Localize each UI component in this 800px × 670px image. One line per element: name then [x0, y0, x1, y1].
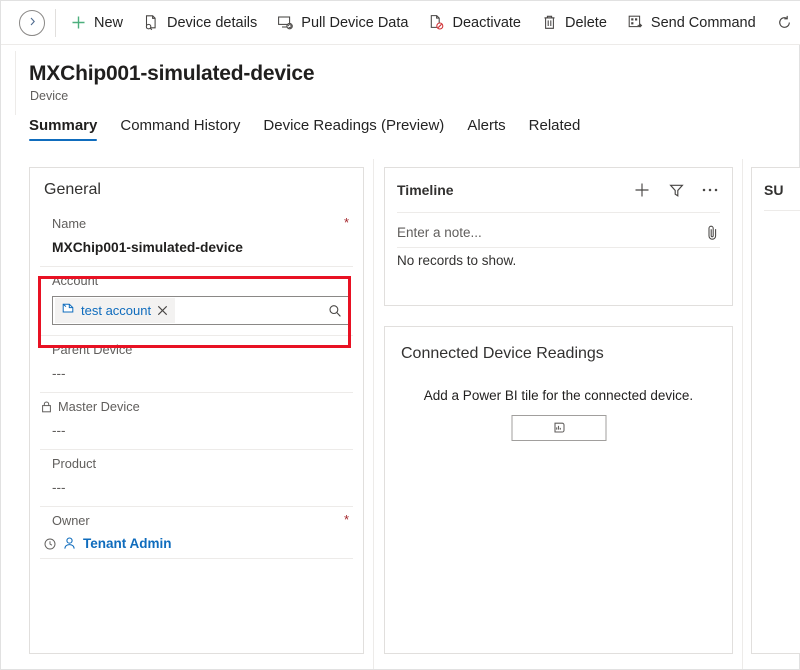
tab-related[interactable]: Related [529, 117, 581, 141]
field-master-device: Master Device --- [40, 393, 353, 450]
field-account-label: Account [52, 273, 99, 288]
field-product: Product --- [40, 450, 353, 507]
right-summary-card-title: SU [764, 182, 784, 198]
right-column: SU [751, 167, 800, 654]
tab-command-history[interactable]: Command History [120, 117, 240, 141]
tab-summary[interactable]: Summary [29, 117, 98, 141]
right-summary-card-divider [764, 210, 800, 211]
field-master-device-label-wrap: Master Device [40, 399, 353, 414]
owner-name-link[interactable]: Tenant Admin [83, 536, 172, 551]
account-lookup-input[interactable]: test account [52, 296, 351, 325]
expand-nav-button[interactable] [19, 9, 45, 36]
timeline-title: Timeline [397, 182, 454, 198]
command-refresh[interactable]: R [766, 3, 800, 43]
middle-column: Timeline Enter a note... No records to s… [384, 167, 733, 654]
timeline-actions [632, 180, 720, 200]
search-icon[interactable] [328, 304, 342, 318]
field-parent-device-label: Parent Device [52, 342, 133, 357]
command-device-details-label: Device details [167, 14, 258, 31]
general-column: General Name * MXChip001-simulated-devic… [29, 167, 364, 654]
field-product-value[interactable]: --- [40, 480, 353, 499]
person-icon [62, 536, 77, 551]
command-delete-label: Delete [564, 14, 607, 31]
account-lookup-value: test account [81, 303, 152, 318]
plus-icon[interactable] [632, 180, 652, 200]
command-new-label: New [94, 14, 124, 31]
field-account: Account test account [40, 267, 353, 335]
field-owner: Owner * Tenant Admin [40, 507, 353, 559]
command-send-command-label: Send Command [650, 14, 756, 31]
general-card-title: General [44, 181, 101, 198]
field-owner-value[interactable]: Tenant Admin [40, 536, 353, 551]
trash-icon [541, 14, 558, 31]
command-bar: New Device details Pull Device Data Deac… [1, 1, 800, 45]
field-name-label: Name [52, 216, 87, 231]
timeline-header-divider [397, 212, 720, 213]
field-name: Name * MXChip001-simulated-device [40, 210, 353, 267]
close-icon[interactable] [157, 305, 168, 316]
field-name-required-marker: * [343, 215, 349, 230]
command-bar-divider [55, 8, 56, 37]
field-name-value[interactable]: MXChip001-simulated-device [40, 240, 353, 259]
connected-device-readings-title: Connected Device Readings [401, 345, 604, 362]
field-master-device-label: Master Device [58, 399, 140, 414]
add-power-bi-tile-button[interactable] [511, 415, 606, 441]
record-type-label: Device [30, 89, 69, 103]
field-parent-device-value[interactable]: --- [40, 366, 353, 385]
timeline-header: Timeline [385, 168, 732, 212]
field-product-label: Product [52, 456, 97, 471]
page-title: MXChip001-simulated-device [29, 62, 315, 85]
account-lookup-pill[interactable]: test account [55, 298, 176, 323]
pull-device-data-icon [277, 14, 294, 31]
timeline-note-input[interactable]: Enter a note... [397, 218, 720, 248]
field-owner-required-marker: * [343, 512, 349, 527]
column-divider-2 [742, 159, 743, 669]
field-parent-device: Parent Device --- [40, 335, 353, 393]
command-deactivate-label: Deactivate [452, 14, 521, 31]
header-accent-rule [15, 51, 16, 115]
send-command-icon [627, 14, 644, 31]
tab-alerts[interactable]: Alerts [467, 117, 505, 141]
general-card: General Name * MXChip001-simulated-devic… [29, 167, 364, 654]
connected-device-readings-message: Add a Power BI tile for the connected de… [423, 388, 694, 403]
account-record-icon [61, 301, 75, 320]
plus-icon [70, 14, 87, 31]
column-divider-1 [373, 159, 374, 669]
timeline-card: Timeline Enter a note... No records to s… [384, 167, 733, 306]
general-field-list: Name * MXChip001-simulated-device Accoun… [30, 210, 363, 559]
timeline-empty-state: No records to show. [397, 253, 517, 268]
deactivate-icon [428, 14, 445, 31]
more-ellipsis-icon[interactable] [700, 180, 720, 200]
recent-icon [44, 538, 56, 550]
power-bi-tile-icon [550, 421, 567, 436]
field-owner-label: Owner [52, 513, 90, 528]
command-pull-device-data-label: Pull Device Data [301, 14, 409, 31]
timeline-note-placeholder: Enter a note... [397, 225, 482, 240]
command-pull-device-data[interactable]: Pull Device Data [267, 3, 418, 43]
filter-icon[interactable] [666, 180, 686, 200]
field-master-device-value: --- [52, 423, 66, 438]
record-header: MXChip001-simulated-device Device Summar… [1, 45, 800, 157]
tab-device-readings[interactable]: Device Readings (Preview) [263, 117, 444, 141]
command-deactivate[interactable]: Deactivate [418, 3, 531, 43]
command-device-details[interactable]: Device details [133, 3, 267, 43]
device-record-page: New Device details Pull Device Data Deac… [0, 0, 800, 670]
command-new[interactable]: New [60, 3, 133, 43]
connected-device-readings-card: Connected Device Readings Add a Power BI… [384, 326, 733, 654]
refresh-icon [776, 14, 793, 31]
paperclip-icon[interactable] [705, 224, 720, 241]
chevron-right-circle-icon [27, 14, 38, 32]
right-summary-card: SU [751, 167, 800, 654]
record-body: General Name * MXChip001-simulated-devic… [1, 159, 800, 669]
device-details-icon [143, 14, 160, 31]
tab-bar: Summary Command History Device Readings … [29, 117, 580, 141]
lock-icon [40, 400, 53, 413]
command-delete[interactable]: Delete [531, 3, 617, 43]
command-send-command[interactable]: Send Command [617, 3, 766, 43]
